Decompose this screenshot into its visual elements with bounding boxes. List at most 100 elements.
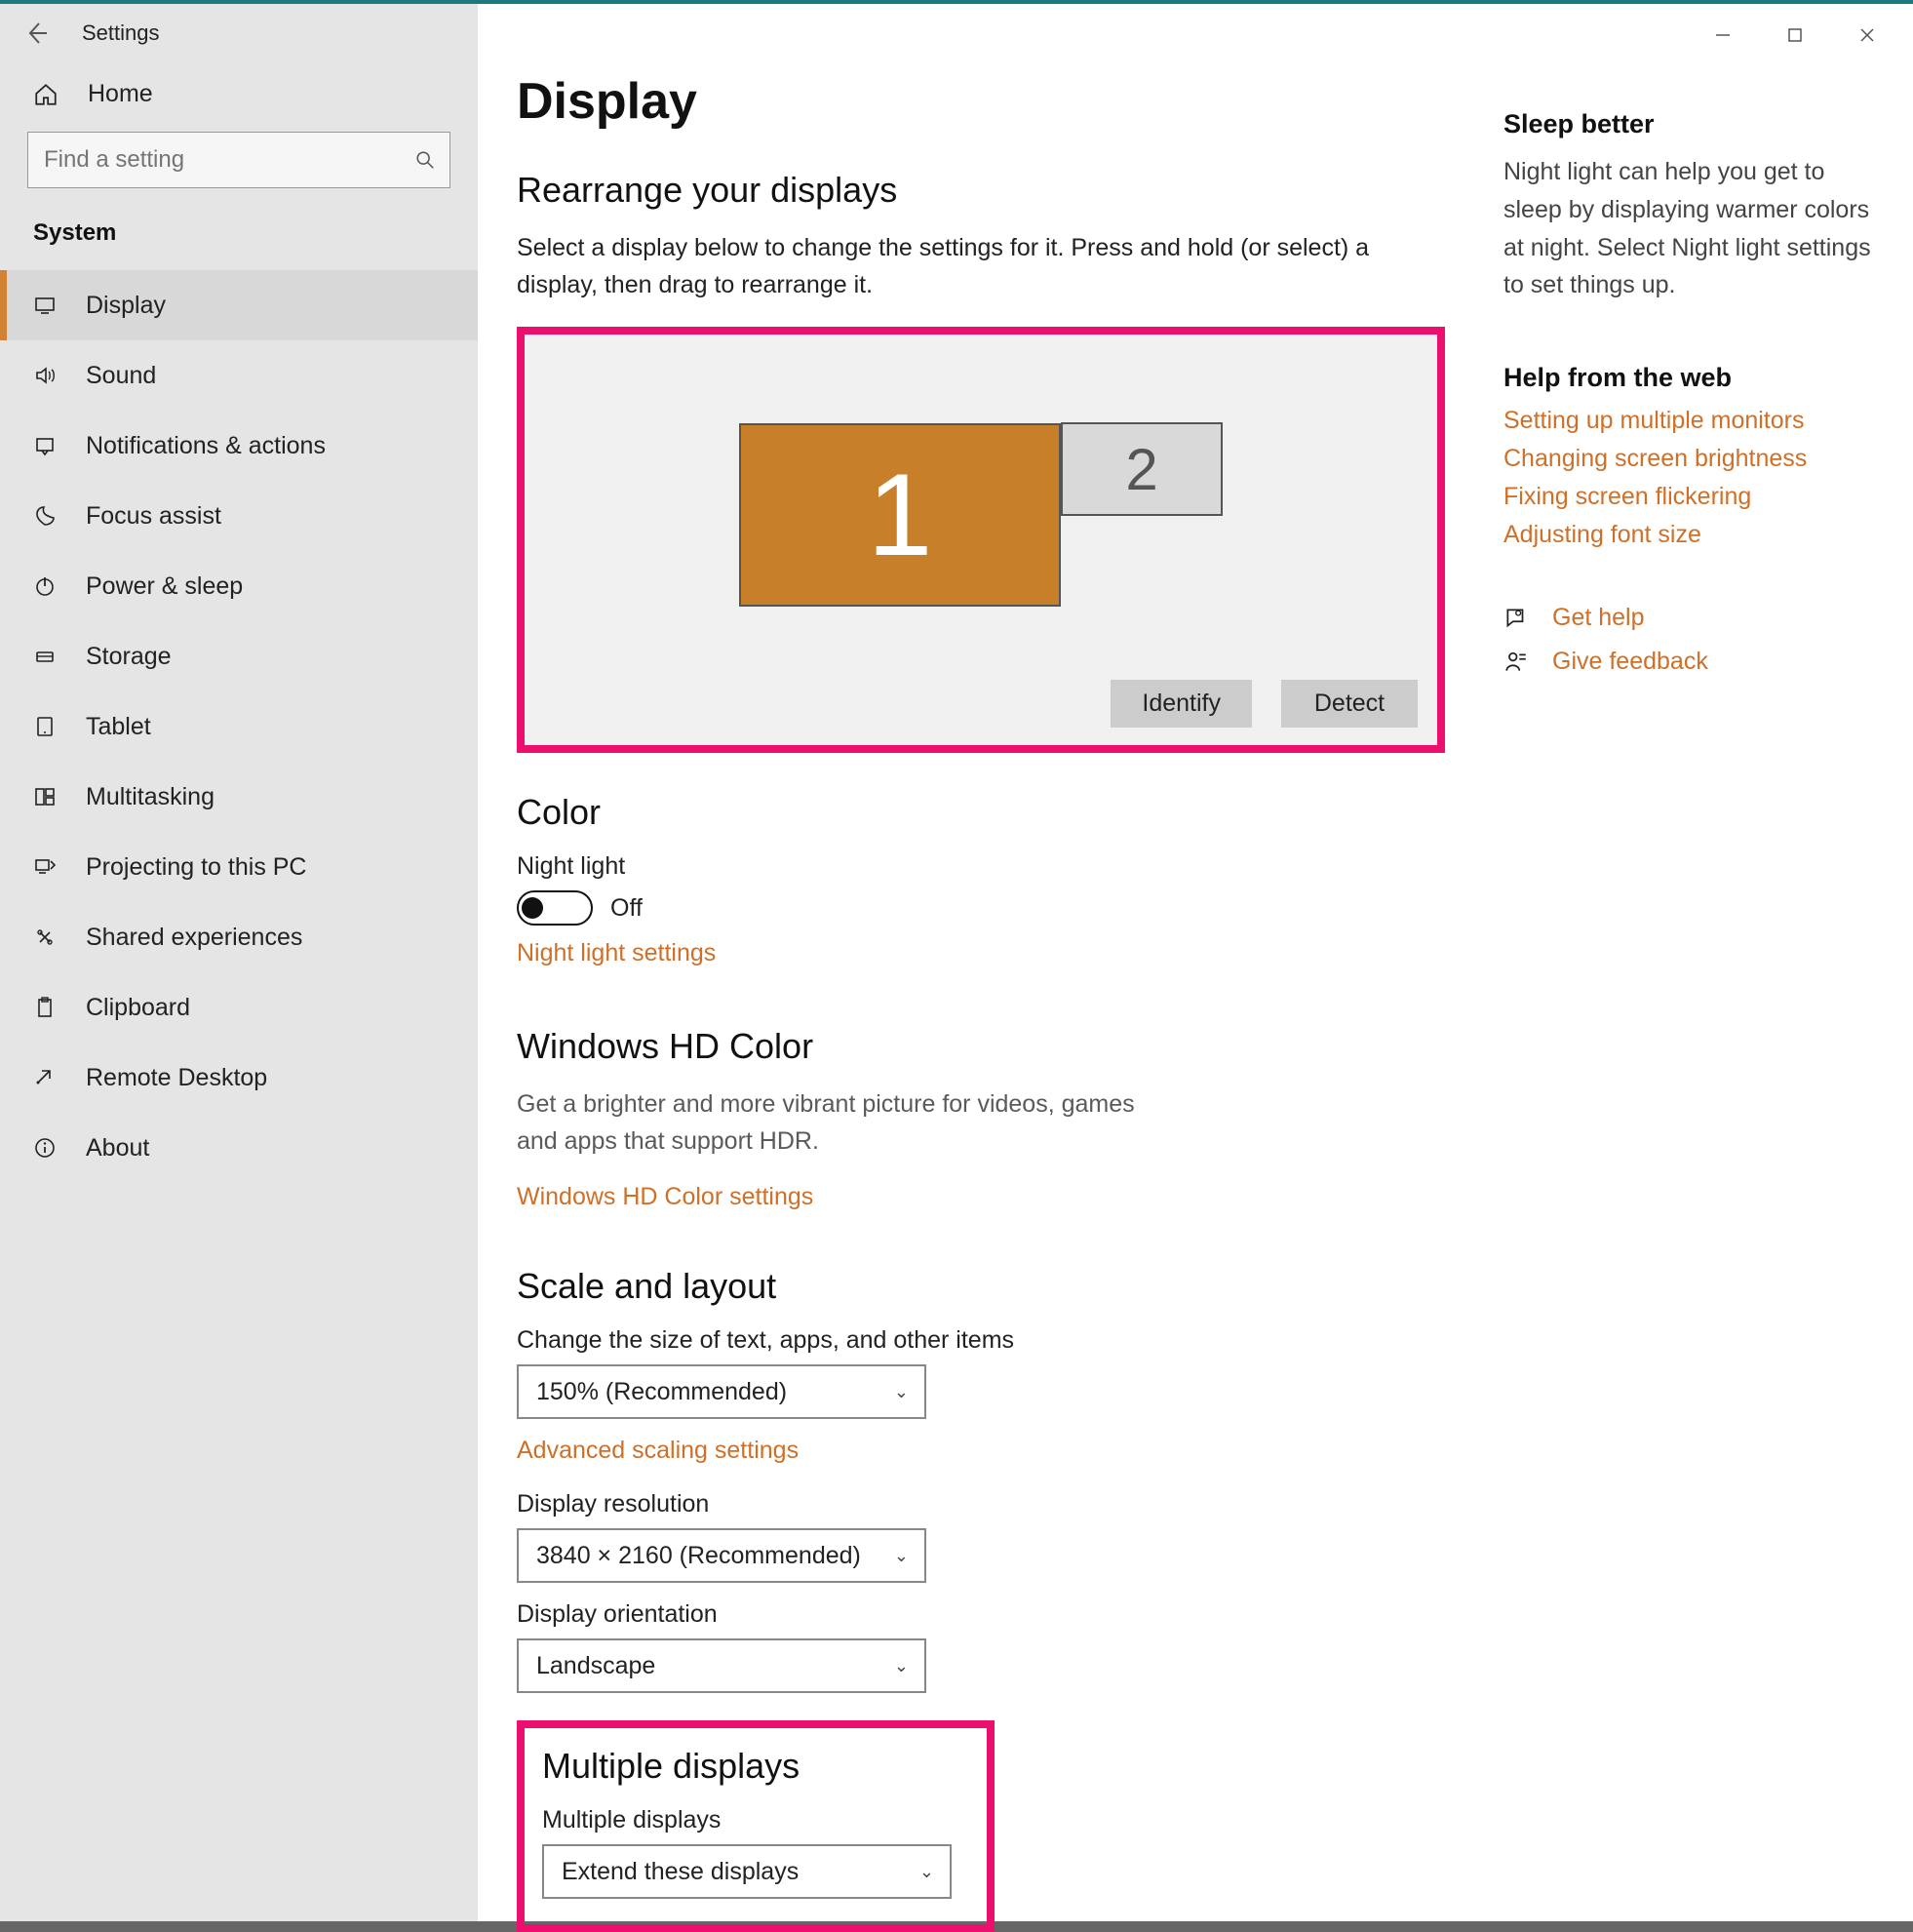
chevron-down-icon: ⌄ <box>894 1546 909 1566</box>
give-feedback-link[interactable]: Give feedback <box>1552 648 1708 676</box>
night-light-state: Off <box>610 894 643 923</box>
home-label: Home <box>88 80 153 108</box>
sidebar: Settings Home System Display Sound Notific… <box>0 4 478 1921</box>
multiple-displays-label: Multiple displays <box>542 1806 969 1834</box>
maximize-button[interactable] <box>1759 18 1831 53</box>
search-input[interactable] <box>42 145 405 175</box>
color-heading: Color <box>517 792 1445 833</box>
nav-list: Display Sound Notifications & actions Focus… <box>0 270 478 1183</box>
detect-button[interactable]: Detect <box>1281 680 1418 728</box>
nav-item-tablet[interactable]: Tablet <box>0 691 478 762</box>
nav-item-power-sleep[interactable]: Power & sleep <box>0 551 478 621</box>
window-controls <box>1687 18 1903 53</box>
nav-item-projecting-to-this-pc[interactable]: Projecting to this PC <box>0 832 478 902</box>
focus-assist-icon <box>27 502 57 530</box>
nav-item-label: Notifications & actions <box>86 432 326 460</box>
nav-item-notifications-actions[interactable]: Notifications & actions <box>0 411 478 481</box>
night-light-settings-link[interactable]: Night light settings <box>517 939 1445 967</box>
multiple-displays-highlight: Multiple displays Multiple displays Exte… <box>517 1720 995 1932</box>
nav-item-label: Display <box>86 292 166 320</box>
nav-item-multitasking[interactable]: Multitasking <box>0 762 478 832</box>
night-light-label: Night light <box>517 852 1445 881</box>
display-arrangement-canvas[interactable]: 1 2 Identify Detect <box>525 335 1437 745</box>
identify-button[interactable]: Identify <box>1111 680 1252 728</box>
resolution-value: 3840 × 2160 (Recommended) <box>536 1542 861 1570</box>
clipboard-icon <box>27 994 57 1021</box>
help-link-brightness[interactable]: Changing screen brightness <box>1503 445 1874 473</box>
tablet-icon <box>27 713 57 740</box>
category-label: System <box>0 210 478 270</box>
chevron-down-icon: ⌄ <box>919 1862 934 1882</box>
nav-item-storage[interactable]: Storage <box>0 621 478 691</box>
projecting-icon <box>27 853 57 881</box>
multiple-displays-value: Extend these displays <box>562 1858 799 1886</box>
resolution-dropdown[interactable]: 3840 × 2160 (Recommended) ⌄ <box>517 1528 926 1583</box>
rearrange-heading: Rearrange your displays <box>517 170 1445 211</box>
help-web-heading: Help from the web <box>1503 363 1874 393</box>
shared-experiences-icon <box>27 924 57 951</box>
orientation-dropdown[interactable]: Landscape ⌄ <box>517 1638 926 1693</box>
scale-layout-heading: Scale and layout <box>517 1266 1445 1307</box>
home-button[interactable]: Home <box>0 62 478 126</box>
storage-icon <box>27 643 57 670</box>
chevron-down-icon: ⌄ <box>894 1382 909 1402</box>
nav-item-label: Tablet <box>86 713 151 741</box>
text-size-dropdown[interactable]: 150% (Recommended) ⌄ <box>517 1364 926 1419</box>
nav-item-display[interactable]: Display <box>0 270 478 340</box>
remote-desktop-icon <box>27 1064 57 1091</box>
text-size-value: 150% (Recommended) <box>536 1378 787 1406</box>
sleep-better-description: Night light can help you get to sleep by… <box>1503 153 1874 304</box>
about-icon <box>27 1134 57 1162</box>
search-field[interactable] <box>27 132 450 188</box>
power-sleep-icon <box>27 572 57 600</box>
nav-item-label: Sound <box>86 362 156 390</box>
nav-item-sound[interactable]: Sound <box>0 340 478 411</box>
resolution-label: Display resolution <box>517 1490 1445 1518</box>
monitor-2[interactable]: 2 <box>1061 422 1223 516</box>
multiple-displays-dropdown[interactable]: Extend these displays ⌄ <box>542 1844 952 1899</box>
help-link-flickering[interactable]: Fixing screen flickering <box>1503 483 1874 511</box>
orientation-value: Landscape <box>536 1652 655 1680</box>
get-help-link[interactable]: Get help <box>1552 604 1645 632</box>
nav-item-label: Storage <box>86 643 172 671</box>
nav-item-label: Remote Desktop <box>86 1064 267 1092</box>
minimize-button[interactable] <box>1687 18 1759 53</box>
multitasking-icon <box>27 783 57 810</box>
nav-item-label: About <box>86 1134 149 1163</box>
sleep-better-heading: Sleep better <box>1503 109 1874 139</box>
get-help-icon <box>1503 606 1531 631</box>
text-size-label: Change the size of text, apps, and other… <box>517 1326 1445 1355</box>
hd-color-description: Get a brighter and more vibrant picture … <box>517 1086 1180 1160</box>
settings-window: Settings Home System Display Sound Notific… <box>0 0 1913 1921</box>
nav-item-label: Focus assist <box>86 502 221 531</box>
rearrange-description: Select a display below to change the set… <box>517 230 1433 303</box>
help-link-font-size[interactable]: Adjusting font size <box>1503 521 1874 549</box>
main-content: Display Rearrange your displays Select a… <box>478 4 1913 1921</box>
close-button[interactable] <box>1831 18 1903 53</box>
nav-item-shared-experiences[interactable]: Shared experiences <box>0 902 478 972</box>
orientation-label: Display orientation <box>517 1600 1445 1629</box>
notifications-icon <box>27 432 57 459</box>
display-arrangement-highlight: 1 2 Identify Detect <box>517 327 1445 753</box>
app-title: Settings <box>82 20 160 46</box>
sound-icon <box>27 362 57 389</box>
nav-item-remote-desktop[interactable]: Remote Desktop <box>0 1043 478 1113</box>
display-icon <box>27 292 57 319</box>
night-light-toggle[interactable] <box>517 890 593 926</box>
multiple-displays-heading: Multiple displays <box>542 1746 969 1787</box>
search-icon <box>414 149 436 171</box>
nav-item-focus-assist[interactable]: Focus assist <box>0 481 478 551</box>
nav-item-about[interactable]: About <box>0 1113 478 1183</box>
aside-panel: Sleep better Night light can help you ge… <box>1503 72 1874 1892</box>
nav-item-label: Clipboard <box>86 994 190 1022</box>
chevron-down-icon: ⌄ <box>894 1656 909 1676</box>
nav-item-label: Projecting to this PC <box>86 853 307 882</box>
hd-color-settings-link[interactable]: Windows HD Color settings <box>517 1183 1445 1211</box>
back-button[interactable] <box>23 20 53 46</box>
help-link-multiple-monitors[interactable]: Setting up multiple monitors <box>1503 407 1874 435</box>
home-icon <box>33 81 59 108</box>
hd-color-heading: Windows HD Color <box>517 1026 1445 1067</box>
advanced-scaling-link[interactable]: Advanced scaling settings <box>517 1437 1445 1465</box>
monitor-1[interactable]: 1 <box>739 423 1061 607</box>
nav-item-clipboard[interactable]: Clipboard <box>0 972 478 1043</box>
